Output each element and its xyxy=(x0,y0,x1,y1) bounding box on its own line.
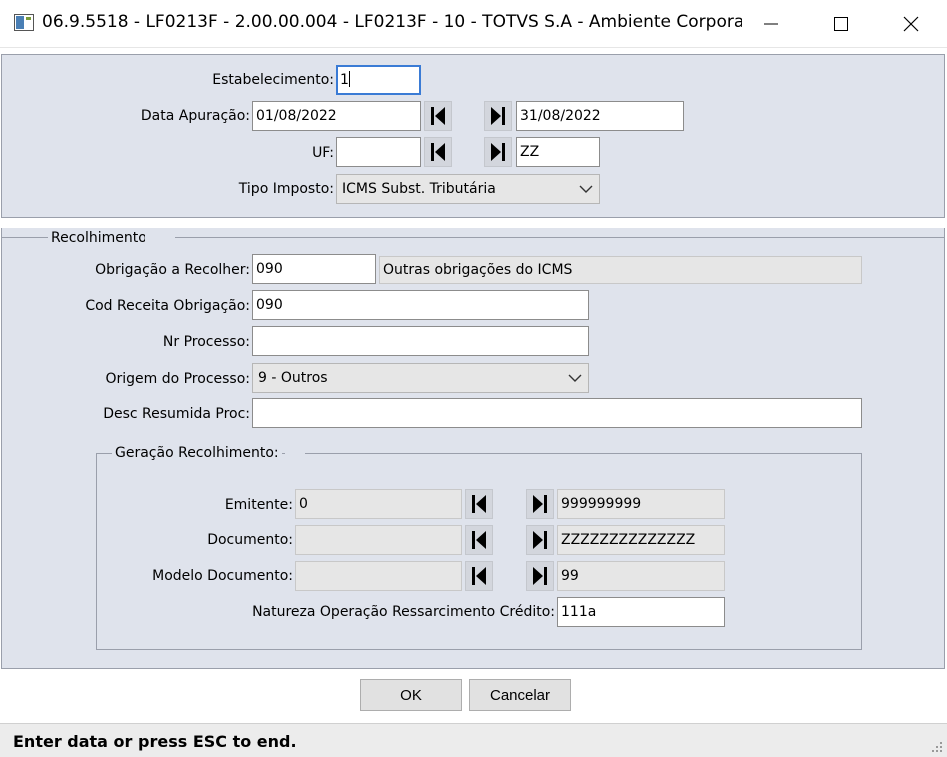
skip-to-last-icon xyxy=(491,143,505,161)
group-title-gap xyxy=(285,444,305,462)
data-apuracao-first-button[interactable] xyxy=(424,101,452,131)
uf-label: UF: xyxy=(312,145,334,161)
chevron-down-icon xyxy=(579,185,593,193)
modelo-documento-first-button[interactable] xyxy=(465,561,493,591)
skip-to-first-icon xyxy=(431,107,445,125)
emitente-first-button[interactable] xyxy=(465,489,493,519)
status-bar: Enter data or press ESC to end. xyxy=(0,723,947,757)
natureza-operacao-input[interactable]: 111a xyxy=(557,597,725,627)
skip-to-last-icon xyxy=(533,567,547,585)
recolhimento-group-title: Recolhimento xyxy=(48,229,150,247)
cod-receita-label: Cod Receita Obrigação: xyxy=(85,298,250,314)
modelo-documento-last-button[interactable] xyxy=(526,561,554,591)
nr-processo-label: Nr Processo: xyxy=(162,334,250,350)
ok-button[interactable]: OK xyxy=(360,679,462,711)
nr-processo-input[interactable] xyxy=(252,326,589,356)
minimize-icon xyxy=(764,23,778,25)
obrigacao-label: Obrigação a Recolher: xyxy=(95,262,250,278)
geracao-group-title: Geração Recolhimento: xyxy=(112,444,282,462)
estabelecimento-label: Estabelecimento: xyxy=(212,72,334,88)
obrigacao-description: Outras obrigações do ICMS xyxy=(379,256,862,284)
natureza-operacao-label: Natureza Operação Ressarcimento Crédito: xyxy=(252,604,555,620)
origem-processo-select[interactable]: 9 - Outros xyxy=(252,363,589,393)
app-window-icon[interactable] xyxy=(14,14,34,31)
uf-last-button[interactable] xyxy=(484,137,512,167)
documento-to-input[interactable]: ZZZZZZZZZZZZZZ xyxy=(557,525,725,555)
modelo-documento-from-input[interactable] xyxy=(295,561,462,591)
skip-to-last-icon xyxy=(533,531,547,549)
skip-to-first-icon xyxy=(472,531,486,549)
documento-last-button[interactable] xyxy=(526,525,554,555)
close-icon xyxy=(903,16,919,32)
emitente-label: Emitente: xyxy=(224,497,293,513)
cancel-button[interactable]: Cancelar xyxy=(469,679,571,711)
uf-to-input[interactable]: ZZ xyxy=(516,137,600,167)
skip-to-first-icon xyxy=(472,567,486,585)
skip-to-last-icon xyxy=(491,107,505,125)
obrigacao-input[interactable]: 090 xyxy=(252,254,376,284)
modelo-documento-label: Modelo Documento: xyxy=(152,568,293,584)
close-button[interactable] xyxy=(876,0,946,48)
resize-grip-icon[interactable] xyxy=(931,741,943,753)
origem-processo-label: Origem do Processo: xyxy=(105,371,250,387)
skip-to-first-icon xyxy=(431,143,445,161)
estabelecimento-input[interactable]: 1 xyxy=(336,65,421,95)
group-title-gap xyxy=(145,229,175,247)
title-bar: 06.9.5518 - LF0213F - 2.00.00.004 - LF02… xyxy=(0,0,947,48)
skip-to-first-icon xyxy=(472,495,486,513)
data-apuracao-label: Data Apuração: xyxy=(140,108,250,124)
data-apuracao-from-input[interactable]: 01/08/2022 xyxy=(252,101,421,131)
tipo-imposto-select[interactable]: ICMS Subst. Tributária xyxy=(336,174,600,204)
emitente-from-input[interactable]: 0 xyxy=(295,489,462,519)
desc-resumida-label: Desc Resumida Proc: xyxy=(103,406,250,422)
chevron-down-icon xyxy=(568,374,582,382)
cod-receita-input[interactable]: 090 xyxy=(252,290,589,320)
data-apuracao-to-input[interactable]: 31/08/2022 xyxy=(516,101,684,131)
uf-from-input[interactable] xyxy=(336,137,421,167)
documento-first-button[interactable] xyxy=(465,525,493,555)
documento-label: Documento: xyxy=(207,532,293,548)
uf-first-button[interactable] xyxy=(424,137,452,167)
data-apuracao-last-button[interactable] xyxy=(484,101,512,131)
desc-resumida-input[interactable] xyxy=(252,398,862,428)
emitente-to-input[interactable]: 999999999 xyxy=(557,489,725,519)
tipo-imposto-label: Tipo Imposto: xyxy=(238,181,334,197)
minimize-button[interactable] xyxy=(736,0,806,48)
skip-to-last-icon xyxy=(533,495,547,513)
emitente-last-button[interactable] xyxy=(526,489,554,519)
modelo-documento-to-input[interactable]: 99 xyxy=(557,561,725,591)
window-title: 06.9.5518 - LF0213F - 2.00.00.004 - LF02… xyxy=(42,12,742,32)
maximize-icon xyxy=(834,17,848,31)
maximize-button[interactable] xyxy=(806,0,876,48)
status-message: Enter data or press ESC to end. xyxy=(13,732,297,751)
documento-from-input[interactable] xyxy=(295,525,462,555)
